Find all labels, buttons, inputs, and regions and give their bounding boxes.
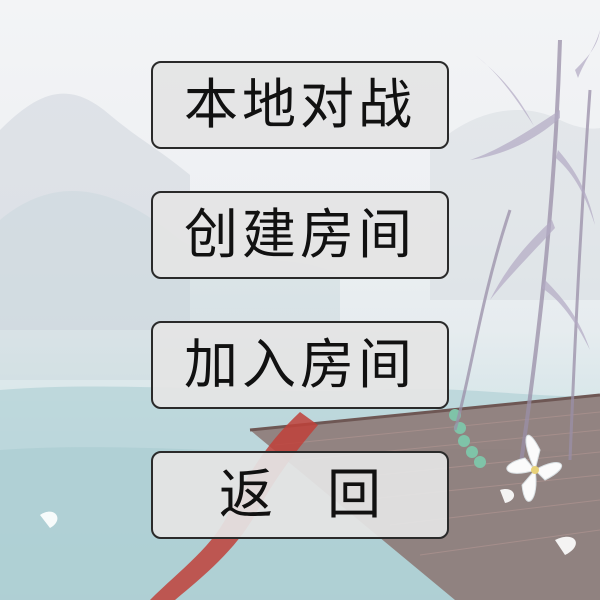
join-room-label: 加入房间 xyxy=(184,333,416,396)
local-battle-button[interactable]: 本地对战 xyxy=(151,61,449,149)
create-room-label: 创建房间 xyxy=(184,203,416,266)
back-label: 返 回 xyxy=(219,463,381,526)
join-room-button[interactable]: 加入房间 xyxy=(151,321,449,409)
main-menu: 本地对战 创建房间 加入房间 返 回 xyxy=(0,0,600,600)
game-screen: 本地对战 创建房间 加入房间 返 回 xyxy=(0,0,600,600)
back-button[interactable]: 返 回 xyxy=(151,451,449,539)
create-room-button[interactable]: 创建房间 xyxy=(151,191,449,279)
local-battle-label: 本地对战 xyxy=(184,73,416,136)
